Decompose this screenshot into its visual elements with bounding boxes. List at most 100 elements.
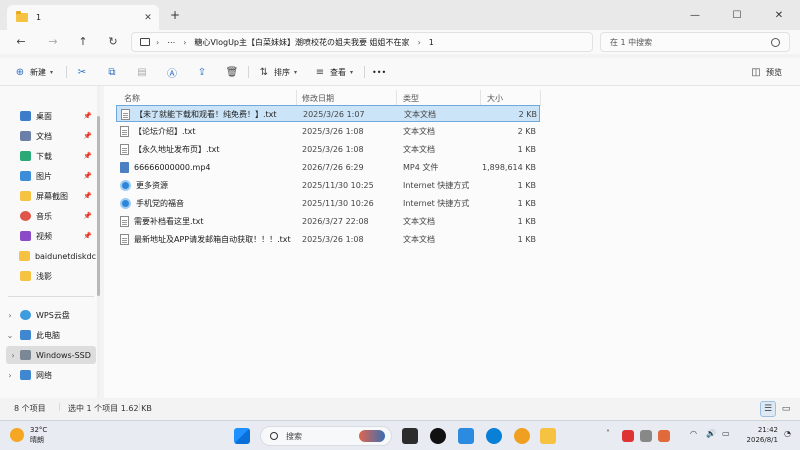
maximize-button[interactable]: ☐ bbox=[716, 0, 758, 30]
command-bar: ⊕ 新建 ▾ ✂ ⧉ ▤ Ⓐ ⇪ 🗑 ⇅ 排序 ▾ ≡ 查看 ▾ ••• ◫ 预… bbox=[0, 58, 800, 86]
text-file-icon bbox=[120, 144, 129, 155]
chevron-right-icon[interactable]: › bbox=[6, 351, 20, 360]
start-icon[interactable] bbox=[234, 428, 250, 444]
battery-icon[interactable]: ▭ bbox=[722, 429, 730, 438]
pin-icon: 📌 bbox=[83, 152, 92, 160]
back-button[interactable]: ← bbox=[12, 33, 30, 51]
column-header-name[interactable]: 名称 bbox=[124, 90, 140, 106]
task-view-icon[interactable] bbox=[402, 428, 418, 444]
up-button[interactable]: ↑ bbox=[74, 33, 92, 51]
sidebar-item-documents[interactable]: 文档 📌 bbox=[0, 127, 96, 145]
paste-button[interactable]: ▤ bbox=[136, 63, 148, 81]
close-window-button[interactable]: ✕ bbox=[758, 0, 800, 30]
clock[interactable]: 21:42 2026/8/1 bbox=[742, 425, 778, 445]
sidebar-scrollbar[interactable] bbox=[97, 86, 100, 398]
sun-icon bbox=[10, 428, 24, 442]
breadcrumb-current-folder[interactable]: 1 bbox=[429, 38, 434, 47]
file-row[interactable]: 更多资源 2025/11/30 10:25 Internet 快捷方式 1 KB bbox=[116, 177, 540, 194]
qq-icon[interactable] bbox=[430, 428, 446, 444]
sidebar-item-music[interactable]: 音乐 📌 bbox=[0, 207, 96, 225]
notification-icon[interactable]: ◔ bbox=[784, 429, 791, 438]
pin-icon: 📌 bbox=[83, 112, 92, 120]
taskbar-search[interactable]: 搜索 bbox=[260, 426, 392, 446]
sidebar-item-network[interactable]: › 网络 bbox=[0, 366, 96, 384]
address-bar[interactable]: › ⋯ › 糖心VlogUp主【白菜妹妹】潮喷校花の姐夫我要 姐姐不在家 › 1 bbox=[131, 32, 593, 52]
column-header-size[interactable]: 大小 bbox=[487, 90, 503, 106]
delete-button[interactable]: 🗑 bbox=[226, 63, 239, 81]
sidebar-item-windows-ssd[interactable]: › Windows-SSD bbox=[6, 346, 96, 364]
pin-icon: 📌 bbox=[83, 232, 92, 240]
desktop-icon bbox=[20, 111, 31, 121]
sidebar-item-desktop[interactable]: 桌面 📌 bbox=[0, 107, 96, 125]
app-icon[interactable] bbox=[514, 428, 530, 444]
sidebar-item-screenshots[interactable]: 屏幕截图 📌 bbox=[0, 187, 96, 205]
internet-shortcut-icon bbox=[120, 198, 131, 209]
rename-button[interactable]: Ⓐ bbox=[166, 63, 178, 81]
column-header-type[interactable]: 类型 bbox=[403, 90, 419, 106]
sidebar-item-videos[interactable]: 视频 📌 bbox=[0, 227, 96, 245]
column-header-date[interactable]: 修改日期 bbox=[302, 90, 334, 106]
preview-pane-button[interactable]: ◫ 预览 bbox=[750, 63, 782, 81]
weather-condition: 晴朗 bbox=[30, 436, 44, 444]
pin-icon: 📌 bbox=[83, 132, 92, 140]
file-row[interactable]: 【未了就能下载和观看！纯免费！】.txt 2025/3/26 1:07 文本文档… bbox=[116, 105, 540, 122]
sort-icon: ⇅ bbox=[259, 66, 269, 78]
details-view-icon: ☰ bbox=[763, 404, 773, 414]
tiles-view-button[interactable]: ▭ bbox=[778, 401, 794, 417]
address-row: ← → ↑ ↻ › ⋯ › 糖心VlogUp主【白菜妹妹】潮喷校花の姐夫我要 姐… bbox=[0, 30, 800, 54]
file-row[interactable]: 手机党的福音 2025/11/30 10:26 Internet 快捷方式 1 … bbox=[116, 195, 540, 212]
file-row[interactable]: 【永久地址发布页】.txt 2025/3/26 1:08 文本文档 1 KB bbox=[116, 141, 540, 158]
sidebar-item-downloads[interactable]: 下载 📌 bbox=[0, 147, 96, 165]
breadcrumb-parent-folder[interactable]: 糖心VlogUp主【白菜妹妹】潮喷校花の姐夫我要 姐姐不在家 bbox=[194, 37, 409, 48]
tray-app-icon[interactable] bbox=[640, 430, 652, 442]
chevron-right-icon[interactable]: › bbox=[0, 371, 20, 380]
cut-button[interactable]: ✂ bbox=[76, 63, 88, 81]
app-icon[interactable] bbox=[458, 428, 474, 444]
tray-app-icon[interactable] bbox=[658, 430, 670, 442]
music-icon bbox=[20, 211, 31, 221]
volume-icon[interactable]: 🔊 bbox=[706, 429, 716, 438]
details-view-button[interactable]: ☰ bbox=[760, 401, 776, 417]
edge-icon[interactable] bbox=[486, 428, 502, 444]
search-input[interactable]: 在 1 中搜索 bbox=[610, 37, 771, 48]
weather-widget[interactable]: 32°C 晴朗 bbox=[10, 425, 47, 445]
sidebar-item-qianying[interactable]: 浅影 bbox=[0, 267, 96, 285]
chevron-right-icon[interactable]: › bbox=[0, 311, 20, 320]
documents-icon bbox=[20, 131, 31, 141]
forward-button[interactable]: → bbox=[44, 33, 62, 51]
breadcrumb-more[interactable]: ⋯ bbox=[167, 38, 175, 47]
preview-pane-icon: ◫ bbox=[751, 66, 761, 78]
file-explorer-icon[interactable] bbox=[540, 428, 556, 444]
network-icon bbox=[20, 370, 31, 380]
file-row[interactable]: 需要补档看这里.txt 2026/3/27 22:08 文本文档 1 KB bbox=[116, 213, 540, 230]
search-box[interactable]: 在 1 中搜索 bbox=[600, 32, 790, 52]
tray-app-icon[interactable] bbox=[622, 430, 634, 442]
view-icon: ≡ bbox=[315, 66, 325, 78]
rename-icon: Ⓐ bbox=[167, 68, 177, 80]
refresh-button[interactable]: ↻ bbox=[104, 33, 122, 51]
wifi-icon[interactable]: ◠ bbox=[690, 429, 697, 438]
file-row[interactable]: 【论坛介绍】.txt 2025/3/26 1:08 文本文档 2 KB bbox=[116, 123, 540, 140]
chevron-up-icon[interactable]: ˄ bbox=[606, 429, 610, 438]
file-row[interactable]: 66666000000.mp4 2026/7/26 6:29 MP4 文件 1,… bbox=[116, 159, 540, 176]
file-row[interactable]: 最新地址及APP请发邮箱自动获取！！！.txt 2025/3/26 1:08 文… bbox=[116, 231, 540, 248]
sort-button[interactable]: ⇅ 排序 ▾ bbox=[258, 63, 297, 81]
sidebar-item-pictures[interactable]: 图片 📌 bbox=[0, 167, 96, 185]
new-button[interactable]: ⊕ 新建 ▾ bbox=[14, 63, 53, 81]
video-file-icon bbox=[120, 162, 129, 173]
folder-icon bbox=[16, 11, 28, 22]
minimize-button[interactable]: — bbox=[674, 0, 716, 30]
tab-1[interactable]: 1 ✕ bbox=[7, 5, 159, 30]
sidebar-item-wps-cloud[interactable]: › WPS云盘 bbox=[0, 306, 96, 324]
text-file-icon bbox=[120, 234, 129, 245]
view-button[interactable]: ≡ 查看 ▾ bbox=[314, 63, 353, 81]
chevron-down-icon[interactable]: ⌄ bbox=[0, 331, 20, 340]
share-button[interactable]: ⇪ bbox=[196, 63, 208, 81]
new-tab-button[interactable]: + bbox=[168, 8, 182, 22]
sidebar-item-this-pc[interactable]: ⌄ 此电脑 bbox=[0, 326, 96, 344]
close-tab-icon[interactable]: ✕ bbox=[141, 13, 155, 23]
more-options-button[interactable]: ••• bbox=[372, 63, 386, 81]
sidebar-item-baidunetdisk[interactable]: baidunetdiskdc bbox=[0, 247, 96, 265]
folder-icon bbox=[18, 251, 30, 261]
copy-button[interactable]: ⧉ bbox=[106, 63, 118, 81]
